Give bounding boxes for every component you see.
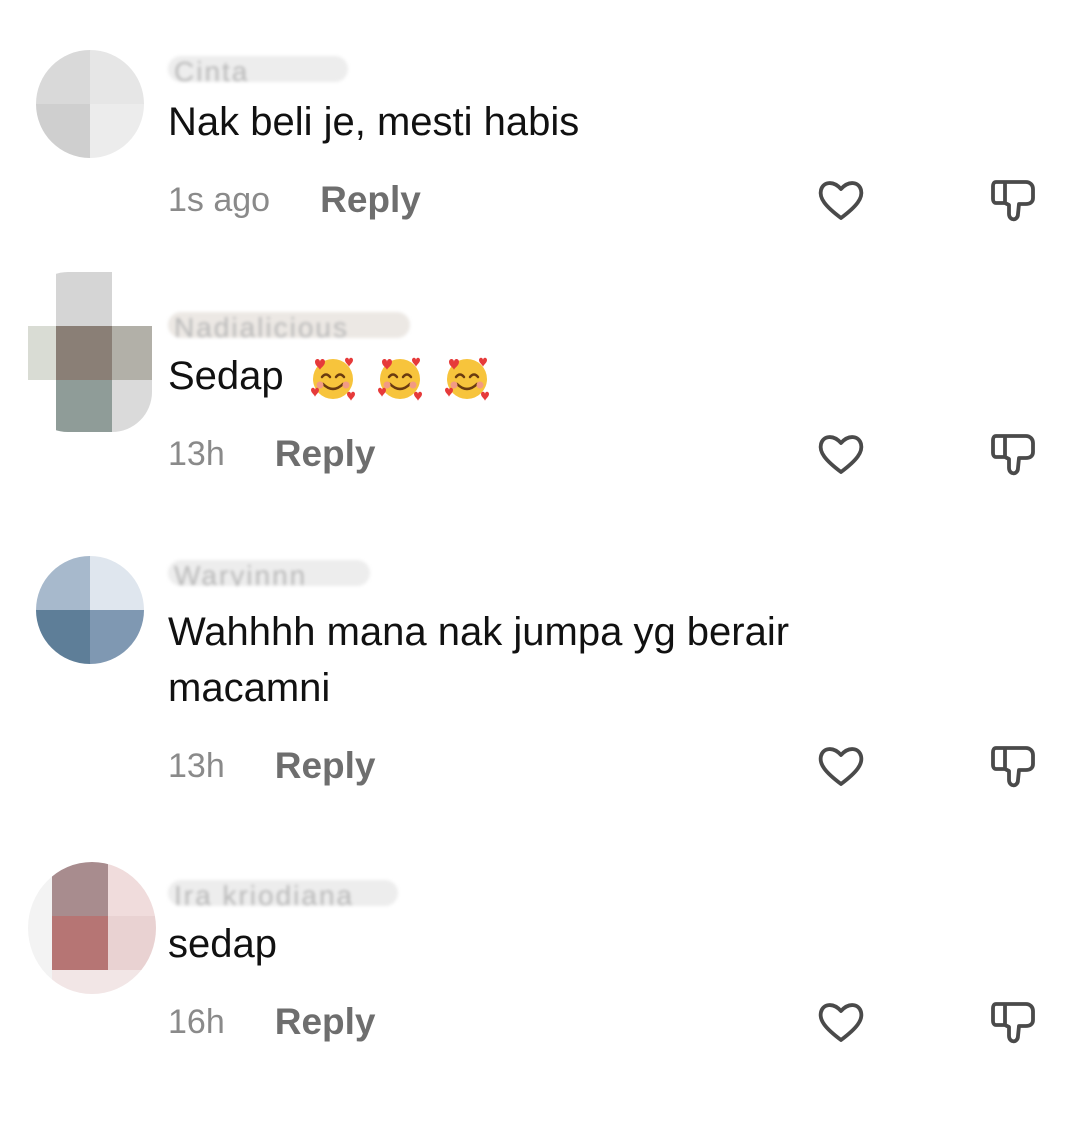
username[interactable]: Ira kriodiana [168,880,398,906]
avatar[interactable] [28,862,156,994]
thumbs-down-outline-icon [991,1002,1035,1044]
avatar[interactable] [28,272,152,432]
dislike-button[interactable] [988,428,1040,480]
comment-meta: 1s ago Reply [168,178,421,222]
comment-text: Wahhhh mana nak jumpa yg berair macamni [168,610,790,710]
comment-text: Nak beli je, mesti habis [168,100,580,144]
thumbs-down-outline-icon [991,180,1035,222]
reply-button[interactable]: Reply [275,1001,376,1043]
dislike-button[interactable] [988,996,1040,1048]
heart-outline-icon [818,747,864,786]
timestamp: 13h [168,746,225,785]
reply-button[interactable]: Reply [320,179,421,221]
comment-meta: 13h Reply [168,432,376,476]
heart-outline-icon [818,1003,864,1042]
username[interactable]: Cinta [168,56,348,82]
username[interactable]: Nadialicious [168,312,410,338]
username[interactable]: Waryinnn [168,560,370,586]
comment-meta: 16h Reply [168,1000,376,1044]
smiling-face-with-hearts-emoji [310,358,355,402]
dislike-button[interactable] [988,174,1040,226]
heart-outline-icon [818,435,864,474]
heart-outline-icon [818,181,864,220]
timestamp: 13h [168,434,225,473]
like-button[interactable] [815,740,867,792]
timestamp: 16h [168,1002,225,1041]
smiling-face-with-hearts-emoji [445,358,490,402]
avatar[interactable] [36,556,144,664]
thumbs-down-outline-icon [991,434,1035,476]
like-button[interactable] [815,174,867,226]
timestamp: 1s ago [168,180,271,219]
comment-text: sedap [168,922,277,966]
smiling-face-with-hearts-emoji [377,358,422,402]
avatar[interactable] [36,50,144,158]
comment-text: Sedap [168,348,928,404]
like-button[interactable] [815,996,867,1048]
comment-meta: 13h Reply [168,744,376,788]
dislike-button[interactable] [988,740,1040,792]
thumbs-down-outline-icon [991,746,1035,788]
reply-button[interactable]: Reply [275,433,376,475]
reply-button[interactable]: Reply [275,745,376,787]
emoji-group [303,354,493,402]
like-button[interactable] [815,428,867,480]
